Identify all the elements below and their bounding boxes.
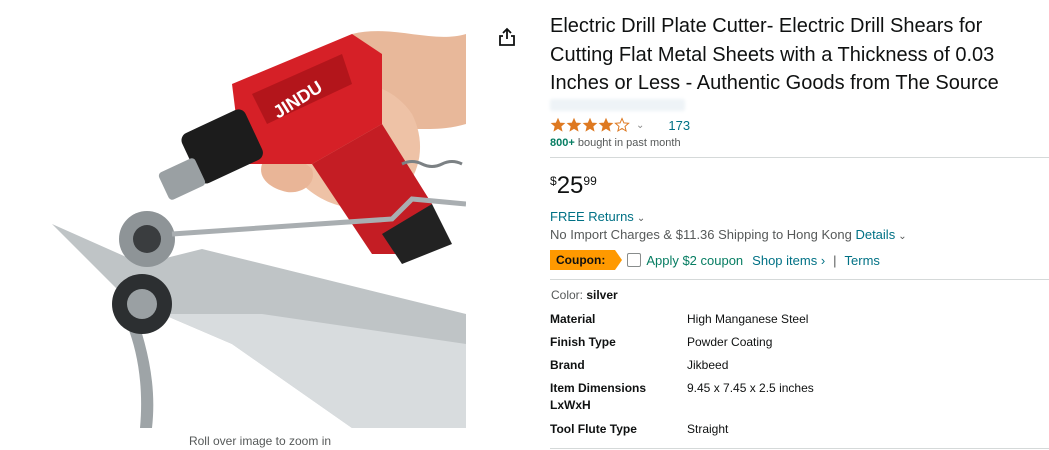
star-icon <box>582 117 598 132</box>
spec-row: Item Dimensions LxWxH 9.45 x 7.45 x 2.5 … <box>550 380 1049 421</box>
chevron-down-icon: ⌄ <box>636 213 646 224</box>
star-icon <box>550 117 566 132</box>
store-link[interactable] <box>550 99 685 111</box>
bought-in-past-month: 800+ bought in past month <box>550 137 681 149</box>
spec-key: Tool Flute Type <box>550 422 637 436</box>
coupon-badge: Coupon: <box>550 250 623 270</box>
color-selection: Color: silver <box>551 288 618 302</box>
divider <box>550 157 1049 158</box>
coupon-separator: | <box>833 252 837 268</box>
star-empty-icon <box>614 117 630 133</box>
bought-count: 800+ <box>550 137 575 149</box>
spec-value: 9.45 x 7.45 x 2.5 inches <box>687 381 814 395</box>
spec-value: High Manganese Steel <box>687 312 809 326</box>
spec-key: Finish Type <box>550 335 616 349</box>
spec-key: Material <box>550 312 596 326</box>
spec-row: Tool Flute Type Straight <box>550 421 1049 444</box>
price: $2599 <box>550 172 597 200</box>
shipping-text: No Import Charges & $11.36 Shipping to H… <box>550 227 856 242</box>
zoom-hint: Roll over image to zoom in <box>188 434 332 448</box>
terms-link[interactable]: Terms <box>845 253 880 268</box>
spec-key: Item Dimensions LxWxH <box>550 381 647 412</box>
spec-value: Straight <box>687 422 729 436</box>
star-icon <box>566 117 582 132</box>
free-returns-label: FREE Returns <box>550 209 634 224</box>
bought-text: bought in past month <box>574 137 681 149</box>
apply-coupon-label[interactable]: Apply $2 coupon <box>646 253 743 268</box>
star-icon <box>598 117 614 132</box>
divider <box>550 448 1049 449</box>
shipping-details-link[interactable]: Details <box>855 227 895 242</box>
coupon-row: Coupon: Apply $2 coupon Shop items › | T… <box>550 250 880 270</box>
image-panel: JINDU Roll over image to zoom in <box>0 0 470 450</box>
spec-key: Brand <box>550 358 585 372</box>
color-value: silver <box>586 288 618 302</box>
shop-items-link[interactable]: Shop items › <box>752 253 825 268</box>
price-fraction: 99 <box>583 174 597 188</box>
rating-count-link[interactable]: 173 <box>668 118 690 133</box>
product-specs-table: Material High Manganese Steel Finish Typ… <box>550 311 1049 444</box>
coupon-checkbox[interactable] <box>627 253 642 267</box>
shipping-info: No Import Charges & $11.36 Shipping to H… <box>550 227 907 242</box>
spec-row: Brand Jikbeed <box>550 357 1049 380</box>
chevron-down-icon[interactable]: ⌄ <box>636 120 644 131</box>
chevron-down-icon[interactable]: ⌄ <box>898 231 906 242</box>
price-whole: 25 <box>556 172 584 199</box>
star-rating[interactable] <box>550 117 630 133</box>
product-image[interactable]: JINDU <box>52 14 466 428</box>
color-label: Color: <box>551 288 587 302</box>
share-icon[interactable] <box>497 27 517 47</box>
price-symbol: $ <box>550 174 557 188</box>
product-title: Electric Drill Plate Cutter- Electric Dr… <box>550 15 999 94</box>
divider <box>550 279 1049 280</box>
spec-row: Finish Type Powder Coating <box>550 334 1049 357</box>
free-returns-link[interactable]: FREE Returns ⌄ <box>550 209 645 224</box>
spec-value: Powder Coating <box>687 335 773 349</box>
spec-value: Jikbeed <box>687 358 729 372</box>
spec-row: Material High Manganese Steel <box>550 311 1049 334</box>
rating-row: ⌄ 173 <box>550 117 690 133</box>
